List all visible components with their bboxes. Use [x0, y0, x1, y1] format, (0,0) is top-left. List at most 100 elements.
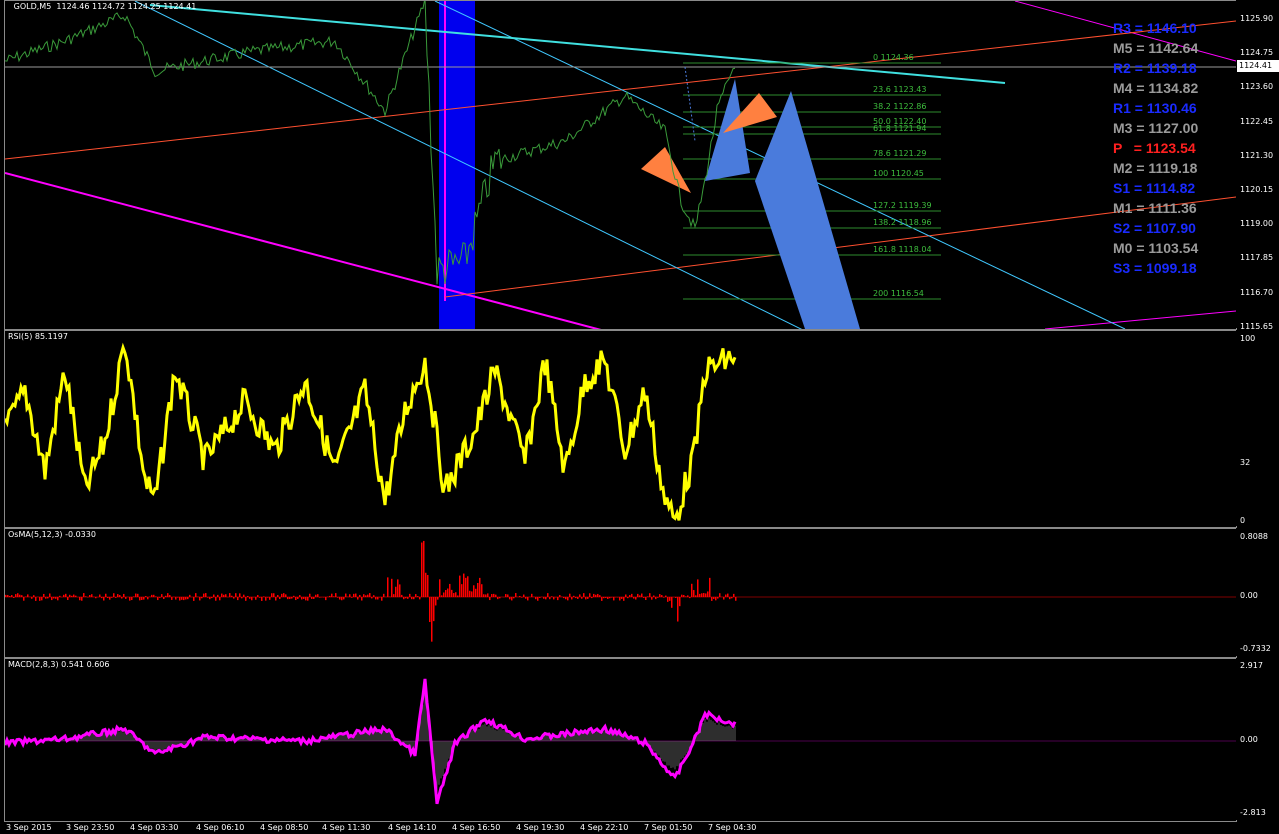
osma-bar: [125, 597, 127, 599]
osma-bar: [707, 591, 709, 597]
pivot-level: R2 = 1139.18: [1113, 60, 1197, 76]
osma-bar: [731, 597, 733, 599]
osma-bar: [723, 597, 725, 600]
osma-bar: [387, 577, 389, 597]
macd-histogram: [5, 691, 736, 792]
macd-label: MACD(2,8,3) 0.541 0.606: [8, 660, 110, 669]
osma-bar: [287, 597, 289, 600]
rsi-canvas: [5, 342, 737, 521]
osma-bar: [565, 597, 567, 600]
osma-bar: [717, 597, 719, 599]
osma-bar: [557, 597, 559, 601]
osma-bar: [267, 597, 269, 598]
osma-bar: [229, 593, 231, 597]
osma-bar: [103, 597, 105, 601]
osma-bar: [325, 597, 327, 601]
osma-bar: [111, 597, 113, 598]
osma-bar: [237, 597, 239, 601]
osma-bar: [263, 596, 265, 597]
osma-bar: [351, 597, 353, 598]
osma-bar: [537, 597, 539, 601]
time-axis[interactable]: 3 Sep 2015 3 Sep 23:50 4 Sep 03:30 4 Sep 06…: [0, 822, 1279, 834]
osma-bar: [273, 593, 275, 597]
osma-bar: [527, 597, 529, 601]
osma-bar: [605, 597, 607, 598]
osma-bar: [41, 597, 43, 601]
rsi-tick-mid: 32: [1240, 458, 1251, 467]
osma-bar: [507, 594, 509, 597]
osma-bar: [637, 593, 639, 597]
osma-axis: 0.8088 0.00 -0.7332: [1236, 528, 1279, 656]
osma-bar: [49, 593, 51, 597]
osma-bar: [435, 597, 437, 606]
osma-bar: [359, 594, 361, 597]
osma-bar: [217, 594, 219, 597]
osma-bar: [597, 593, 599, 597]
osma-bar: [117, 594, 119, 597]
time-label: 7 Sep 01:50: [644, 823, 693, 832]
osma-bar: [295, 597, 297, 601]
osma-bar: [265, 597, 267, 601]
price-chart-pane[interactable]: 0 1124.36 23.6 1123.43 38.2 1122.86 50.0 11…: [4, 0, 1237, 330]
osma-bar: [551, 596, 553, 597]
osma-bar: [371, 597, 373, 599]
time-label: 7 Sep 04:30: [708, 823, 757, 832]
osma-bar: [205, 593, 207, 597]
osma-bar: [493, 593, 495, 597]
osma-bar: [365, 595, 367, 597]
osma-bar: [423, 540, 425, 597]
macd-canvas: [5, 678, 1236, 805]
osma-bar: [333, 596, 335, 597]
osma-bar: [291, 597, 293, 599]
osma-bar: [619, 597, 621, 601]
pivot-level: M2 = 1119.18: [1113, 160, 1198, 176]
osma-bar: [571, 597, 573, 600]
pivot-level: M0 = 1103.54: [1113, 240, 1199, 256]
symbol-label: GOLD,M5: [13, 2, 52, 11]
fib-label: 23.6 1123.43: [873, 85, 927, 94]
time-label: 4 Sep 14:10: [388, 823, 437, 832]
osma-bar: [335, 593, 337, 597]
osma-bar: [573, 595, 575, 597]
osma-bar: [559, 594, 561, 597]
osma-bar: [625, 594, 627, 597]
osma-bar: [661, 595, 663, 597]
osma-bar: [629, 595, 631, 597]
pivot-level: R1 = 1130.46: [1113, 100, 1197, 116]
rsi-pane[interactable]: RSI(5) 85.1197: [4, 330, 1237, 528]
pattern-arrow-lower: [641, 147, 691, 193]
osma-bar: [621, 597, 623, 599]
osma-bar: [421, 542, 423, 597]
osma-bar: [225, 594, 227, 597]
osma-bar: [63, 594, 65, 597]
osma-bar: [345, 593, 347, 597]
osma-bar: [441, 595, 443, 597]
osma-pane[interactable]: OsMA(5,12,3) -0.0330: [4, 528, 1237, 658]
macd-pane[interactable]: MACD(2,8,3) 0.541 0.606: [4, 658, 1237, 822]
osma-tick-min: -0.7332: [1240, 644, 1271, 653]
osma-bar: [51, 597, 53, 601]
osma-bar: [567, 597, 569, 601]
osma-bar: [429, 597, 431, 623]
price-axis[interactable]: 1125.90 1124.75 1123.60 1122.45 1121.30 1120.…: [1236, 0, 1279, 331]
upper-channel-line: [5, 20, 1236, 160]
osma-bar: [599, 595, 601, 597]
osma-bar: [161, 594, 163, 597]
osma-bar: [679, 597, 681, 607]
osma-bar: [447, 588, 449, 597]
pivot-level: M3 = 1127.00: [1113, 120, 1199, 136]
osma-bar: [311, 597, 313, 599]
osma-bar: [113, 593, 115, 597]
osma-bar: [91, 594, 93, 597]
osma-bar: [219, 597, 221, 601]
fib-label: 100 1120.45: [873, 169, 924, 178]
osma-bar: [89, 594, 91, 597]
osma-bar: [65, 593, 67, 597]
osma-bar: [469, 590, 471, 597]
osma-bar: [211, 597, 213, 599]
osma-bar: [133, 596, 135, 597]
osma-bar: [353, 593, 355, 597]
osma-bar: [11, 595, 13, 597]
macd-tick-max: 2.917: [1240, 661, 1263, 670]
osma-bar: [697, 579, 699, 597]
